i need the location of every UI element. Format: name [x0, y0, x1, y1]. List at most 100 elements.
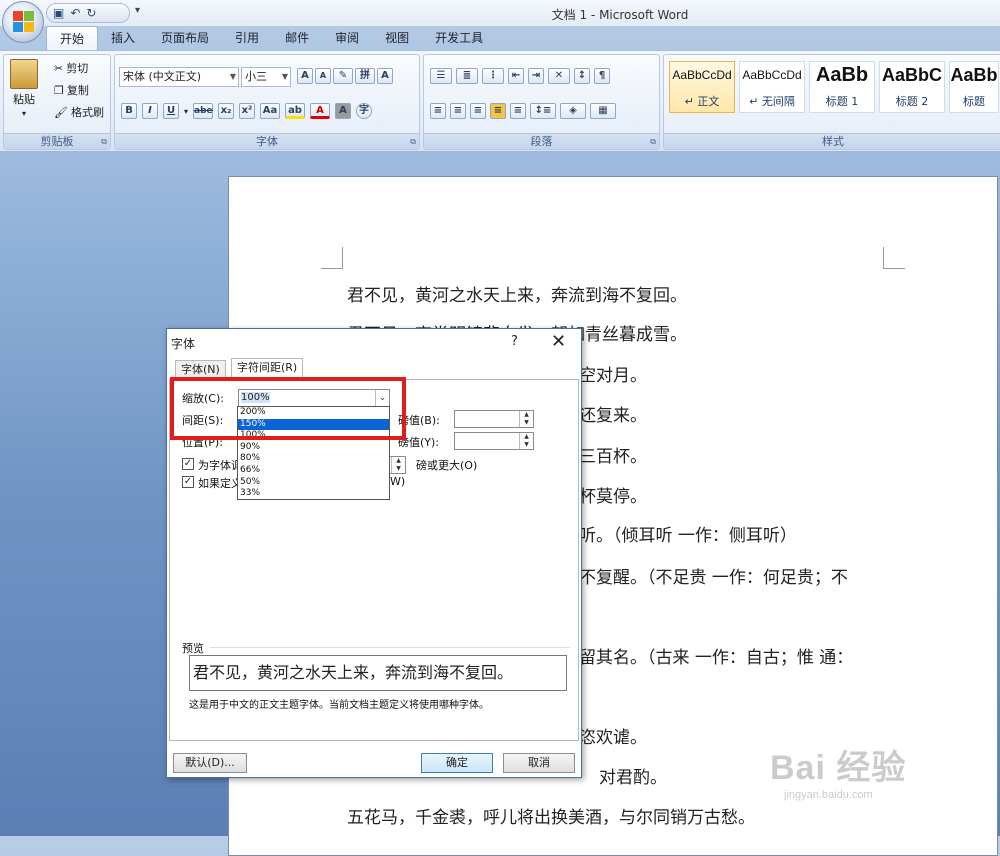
style-name: 标题 2 [895, 95, 929, 108]
align-right-icon[interactable]: ≡ [470, 103, 486, 119]
show-marks-icon[interactable]: ¶ [594, 68, 610, 84]
format-painter-label: 格式刷 [70, 106, 104, 119]
paragraph-launcher-icon[interactable]: ⧉ [650, 137, 656, 147]
clipboard-launcher-icon[interactable]: ⧉ [101, 137, 107, 147]
format-painter-button[interactable]: 🖌 格式刷 [54, 104, 104, 120]
style-heading-1[interactable]: AaBb 标题 1 [809, 61, 875, 113]
superscript-icon[interactable]: x² [239, 103, 256, 119]
enclose-char-icon[interactable]: 字 [356, 103, 373, 119]
char-shading-icon[interactable]: A [335, 103, 352, 119]
align-center-icon[interactable]: ≡ [450, 103, 466, 119]
increase-indent-icon[interactable]: ⇥ [528, 68, 544, 84]
tab-home[interactable]: 开始 [46, 26, 99, 50]
ok-button[interactable]: 确定 [421, 753, 493, 773]
font-size-combo[interactable]: 小三 ▼ [241, 67, 291, 87]
cut-button[interactable]: ✂ 剪切 [54, 60, 88, 76]
paragraph-group: ☰ ≣ ⋮ ⇤ ⇥ ✕ ↕ ¶ ≡ ≡ ≡ ≡ ≡ ↕≡ ◈ ▦ 段落 ⧉ [423, 54, 660, 150]
customize-qat-icon[interactable]: ▾ [135, 5, 140, 16]
spinner-icon[interactable]: ▲ ▼ [519, 433, 533, 449]
office-logo-icon [13, 11, 35, 33]
scale-option[interactable]: 80% [238, 453, 389, 465]
shrink-font-icon[interactable]: A [315, 68, 331, 84]
office-button[interactable] [2, 1, 44, 43]
position-pounds-input[interactable]: ▲ ▼ [454, 432, 534, 450]
spinner-icon[interactable]: ▲ ▼ [519, 411, 533, 427]
italic-icon[interactable]: I [142, 103, 158, 119]
clear-format-icon[interactable]: ✎ [333, 68, 353, 84]
sort-icon[interactable]: ↕ [574, 68, 590, 84]
style-no-spacing[interactable]: AaBbCcDd ↵ 无间隔 [739, 61, 805, 113]
grow-font-icon[interactable]: A [297, 68, 313, 84]
undo-icon[interactable]: ↶ [70, 6, 80, 20]
tab-references[interactable]: 引用 [222, 26, 272, 50]
tab-review[interactable]: 审阅 [322, 26, 372, 50]
distributed-icon[interactable]: ≡ [510, 103, 526, 119]
phonetic-guide-icon[interactable]: 拼 [355, 68, 375, 84]
ribbon-tabs: 开始 插入 页面布局 引用 邮件 审阅 视图 开发工具 [46, 26, 496, 50]
font-color-icon[interactable]: A [310, 103, 331, 119]
borders-icon[interactable]: ▦ [590, 103, 616, 119]
default-button[interactable]: 默认(D)... [173, 753, 247, 773]
tab-mailings[interactable]: 邮件 [272, 26, 322, 50]
align-left-icon[interactable]: ≡ [430, 103, 446, 119]
font-group-label: 字体 [115, 133, 419, 149]
tab-insert[interactable]: 插入 [98, 26, 148, 50]
tab-page-layout[interactable]: 页面布局 [148, 26, 222, 50]
kerning-checkbox[interactable]: ✓ [182, 458, 194, 470]
paste-button[interactable]: 粘贴 ▾ [10, 59, 38, 118]
save-icon[interactable]: ▣ [53, 6, 64, 20]
style-sample: AaBbCcDd [742, 68, 802, 82]
style-normal[interactable]: AaBbCcDd ↵ 正文 [669, 61, 735, 113]
underline-icon[interactable]: U [163, 103, 179, 119]
spacing-pounds-input[interactable]: ▲ ▼ [454, 410, 534, 428]
change-case-icon[interactable]: Aa [260, 103, 281, 119]
spinner-icon[interactable]: ▲ ▼ [391, 457, 405, 473]
close-icon[interactable]: ✕ [551, 331, 566, 352]
cancel-button[interactable]: 取消 [503, 753, 575, 773]
char-border-icon[interactable]: A [377, 68, 393, 84]
document-line: 恣欢谑。 [579, 728, 647, 748]
tab-developer[interactable]: 开发工具 [422, 26, 496, 50]
document-line: 对君酌。 [599, 768, 667, 788]
shading-icon[interactable]: ◈ [560, 103, 586, 119]
subscript-icon[interactable]: x₂ [218, 103, 235, 119]
copy-button[interactable]: ❐ 复制 [54, 82, 89, 98]
grid-label: 如果定义 [198, 477, 242, 490]
style-heading-2[interactable]: AaBbC 标题 2 [879, 61, 945, 113]
paragraph-row-1: ☰ ≣ ⋮ ⇤ ⇥ ✕ ↕ ¶ [430, 68, 610, 84]
chinese-layout-icon[interactable]: ✕ [548, 68, 570, 84]
strikethrough-icon[interactable]: abe [193, 103, 214, 119]
document-line: 听。（倾耳听 一作：侧耳听） [579, 526, 797, 546]
style-sample: AaBbC [881, 65, 942, 85]
scale-option[interactable]: 66% [238, 465, 389, 477]
font-dialog: 字体 ? ✕ 字体(N) 字符间距(R) 缩放(C): 100% ⌄ 间距(S)… [166, 328, 582, 778]
chevron-down-icon[interactable]: ▾ [184, 107, 188, 116]
redo-icon[interactable]: ↻ [86, 6, 96, 20]
style-sample: AaBb [815, 64, 869, 86]
justify-icon[interactable]: ≡ [490, 103, 506, 119]
document-line: 不复醒。（不足贵 一作：何足贵；不 [579, 568, 848, 588]
document-line: 杯莫停。 [579, 487, 647, 507]
bold-icon[interactable]: B [121, 103, 137, 119]
tab-view[interactable]: 视图 [372, 26, 422, 50]
grid-checkbox[interactable]: ✓ [182, 476, 194, 488]
scale-option[interactable]: 50% [238, 477, 389, 489]
style-title[interactable]: AaBb 标题 [949, 61, 999, 113]
help-icon[interactable]: ? [511, 334, 518, 349]
font-launcher-icon[interactable]: ⧉ [410, 137, 416, 147]
kerning-spinner[interactable]: ▲ ▼ [388, 456, 406, 474]
bullets-icon[interactable]: ☰ [430, 68, 452, 84]
font-name-combo[interactable]: 宋体 (中文正文) ▼ [119, 67, 239, 87]
document-line: 还复来。 [579, 406, 647, 426]
highlight-icon[interactable]: ab [285, 103, 306, 119]
quick-access-toolbar: ▣ ↶ ↻ [46, 3, 130, 23]
decrease-indent-icon[interactable]: ⇤ [508, 68, 524, 84]
style-name: 标题 1 [825, 95, 859, 108]
scale-option[interactable]: 33% [238, 488, 389, 500]
chevron-down-icon: ▼ [281, 72, 288, 81]
multilevel-list-icon[interactable]: ⋮ [482, 68, 504, 84]
line-spacing-icon[interactable]: ↕≡ [530, 103, 556, 119]
scale-option[interactable]: 90% [238, 442, 389, 454]
font-format-row: B I U ▾ abe x₂ x² Aa ab A A 字 [121, 103, 373, 119]
numbering-icon[interactable]: ≣ [456, 68, 478, 84]
